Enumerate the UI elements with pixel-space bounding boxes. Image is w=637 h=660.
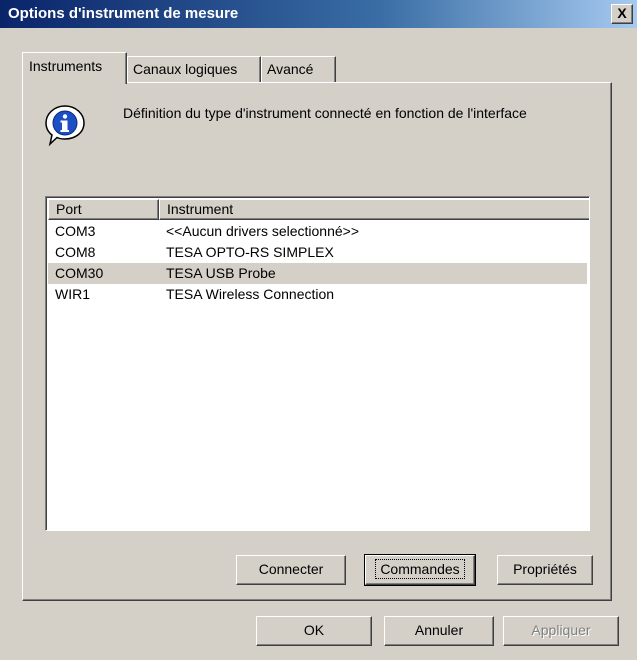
tab-instruments-label: Instruments	[29, 58, 103, 74]
tab-avance-label: Avancé	[267, 61, 314, 77]
close-icon: X	[617, 5, 627, 21]
list-row[interactable]: COM3 <<Aucun drivers selectionné>>	[48, 221, 587, 242]
tab-panel-instruments: Définition du type d'instrument connecté…	[22, 82, 612, 601]
port-cell: WIR1	[55, 286, 90, 302]
commands-button[interactable]: Commandes	[364, 554, 476, 586]
list-row[interactable]: COM8 TESA OPTO-RS SIMPLEX	[48, 242, 587, 263]
apply-button-label: Appliquer	[531, 622, 591, 638]
column-header-port[interactable]: Port	[48, 199, 159, 220]
properties-button-label: Propriétés	[513, 561, 577, 577]
properties-button[interactable]: Propriétés	[497, 555, 593, 585]
list-header: Port Instrument	[48, 199, 589, 220]
column-header-instrument-label: Instrument	[167, 201, 234, 217]
commands-button-label: Commandes	[375, 559, 465, 579]
ok-button[interactable]: OK	[256, 616, 372, 646]
list-row-selected[interactable]: COM30 TESA USB Probe	[48, 263, 587, 284]
title-bar[interactable]: Options d'instrument de mesure X	[0, 0, 637, 28]
instrument-list[interactable]: Port Instrument COM3 <<Aucun drivers sel…	[45, 196, 590, 531]
window-title: Options d'instrument de mesure	[8, 5, 239, 22]
instrument-cell: TESA Wireless Connection	[166, 286, 335, 302]
port-cell: COM30	[55, 265, 104, 281]
tab-canaux-logiques[interactable]: Canaux logiques	[127, 56, 261, 82]
info-balloon-icon	[45, 105, 85, 147]
cancel-button[interactable]: Annuler	[384, 616, 494, 646]
column-header-port-label: Port	[56, 201, 82, 217]
tab-canaux-logiques-label: Canaux logiques	[133, 61, 238, 77]
port-cell: COM3	[55, 223, 96, 239]
tab-avance[interactable]: Avancé	[261, 56, 336, 82]
port-cell: COM8	[55, 244, 96, 260]
close-button[interactable]: X	[611, 4, 633, 24]
ok-button-label: OK	[303, 622, 325, 638]
apply-button[interactable]: Appliquer	[503, 616, 619, 646]
tab-instruments[interactable]: Instruments	[22, 52, 127, 84]
connect-button-label: Connecter	[258, 561, 324, 577]
instrument-cell: TESA OPTO-RS SIMPLEX	[166, 244, 334, 260]
column-header-instrument[interactable]: Instrument	[159, 199, 589, 220]
list-row[interactable]: WIR1 TESA Wireless Connection	[48, 284, 587, 305]
instrument-cell: TESA USB Probe	[166, 265, 276, 281]
panel-description: Définition du type d'instrument connecté…	[123, 105, 527, 121]
connect-button[interactable]: Connecter	[236, 555, 346, 585]
instrument-cell: <<Aucun drivers selectionné>>	[166, 223, 360, 239]
cancel-button-label: Annuler	[414, 622, 464, 638]
